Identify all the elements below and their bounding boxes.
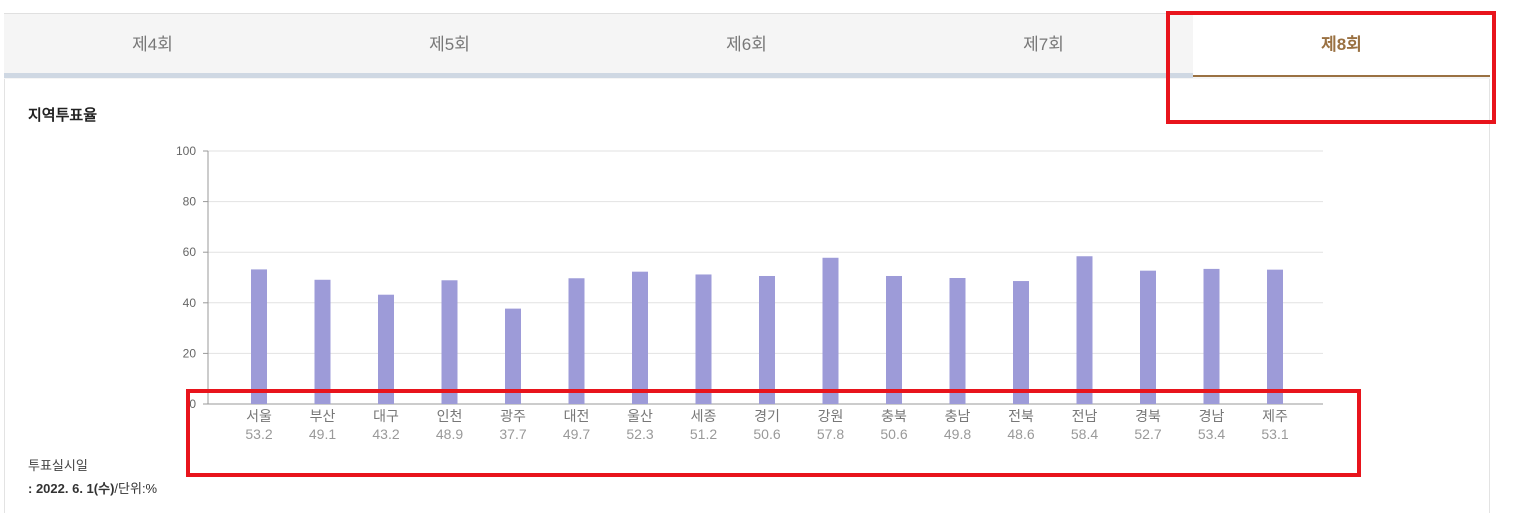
category-label: 강원 xyxy=(818,408,844,424)
value-label: 57.8 xyxy=(817,426,844,442)
category-label: 경기 xyxy=(754,408,780,424)
bar-6 xyxy=(568,278,585,404)
category-label: 서울 xyxy=(246,408,272,424)
footnote-date-prefix: : xyxy=(28,481,36,496)
bar-9 xyxy=(759,275,775,404)
category-label: 대전 xyxy=(564,408,590,424)
y-tick-label: 100 xyxy=(176,144,196,158)
bar-14 xyxy=(1076,256,1093,404)
category-label: 대구 xyxy=(373,408,399,424)
value-label: 51.2 xyxy=(690,426,717,442)
bar-10 xyxy=(822,257,839,404)
bar-3 xyxy=(378,294,394,404)
value-label: 49.7 xyxy=(563,426,590,442)
value-label: 43.2 xyxy=(372,426,399,442)
value-label: 53.2 xyxy=(245,426,272,442)
value-label: 53.1 xyxy=(1261,426,1288,442)
bar-2 xyxy=(314,279,331,404)
bar-1 xyxy=(251,269,267,404)
value-label: 48.9 xyxy=(436,426,463,442)
category-label: 부산 xyxy=(310,408,336,424)
y-tick-label: 80 xyxy=(183,195,197,209)
bar-16 xyxy=(1203,268,1220,404)
value-label: 50.6 xyxy=(880,426,907,442)
bar-5 xyxy=(505,308,521,404)
bar-13 xyxy=(1013,281,1029,404)
category-label: 인천 xyxy=(437,408,463,424)
category-label: 충북 xyxy=(881,408,907,424)
y-tick-label: 0 xyxy=(189,397,196,411)
value-label: 58.4 xyxy=(1071,426,1098,442)
category-label: 경남 xyxy=(1199,408,1225,424)
footnote-date: : 2022. 6. 1(수)/단위:% xyxy=(28,478,157,497)
category-label: 세종 xyxy=(691,408,717,424)
category-label: 경북 xyxy=(1135,408,1161,424)
footnote-date-value: 2022. 6. 1(수) xyxy=(35,481,115,496)
category-label: 광주 xyxy=(500,408,526,424)
y-tick-label: 60 xyxy=(183,245,197,259)
bar-11 xyxy=(886,275,902,404)
footnote-label: 투표실시일 xyxy=(28,458,88,473)
bar-15 xyxy=(1140,270,1156,404)
footnote-unit: /단위:% xyxy=(114,481,158,496)
value-label: 52.3 xyxy=(626,426,653,442)
category-label: 전북 xyxy=(1008,408,1034,424)
y-tick-label: 20 xyxy=(183,346,197,360)
bar-4 xyxy=(441,280,458,404)
category-label: 전남 xyxy=(1072,408,1098,424)
regional-turnout-chart: 0 20 40 60 80 100 서울 53.2 부산 49.1 대구 43.2 인천 48.9 광주 3… xyxy=(176,144,1323,442)
y-tick-label: 40 xyxy=(183,296,197,310)
bar-8 xyxy=(695,274,712,404)
bar-7 xyxy=(632,271,648,404)
bar-12 xyxy=(949,278,966,404)
value-label: 49.8 xyxy=(944,426,971,442)
category-label: 울산 xyxy=(627,408,653,424)
value-label: 37.7 xyxy=(499,426,526,442)
value-label: 49.1 xyxy=(309,426,336,442)
value-label: 52.7 xyxy=(1134,426,1161,442)
value-label: 48.6 xyxy=(1007,426,1034,442)
value-label: 50.6 xyxy=(753,426,780,442)
value-label: 53.4 xyxy=(1198,426,1225,442)
category-label: 제주 xyxy=(1262,408,1288,424)
bar-17 xyxy=(1267,269,1283,404)
category-label: 충남 xyxy=(945,408,971,424)
